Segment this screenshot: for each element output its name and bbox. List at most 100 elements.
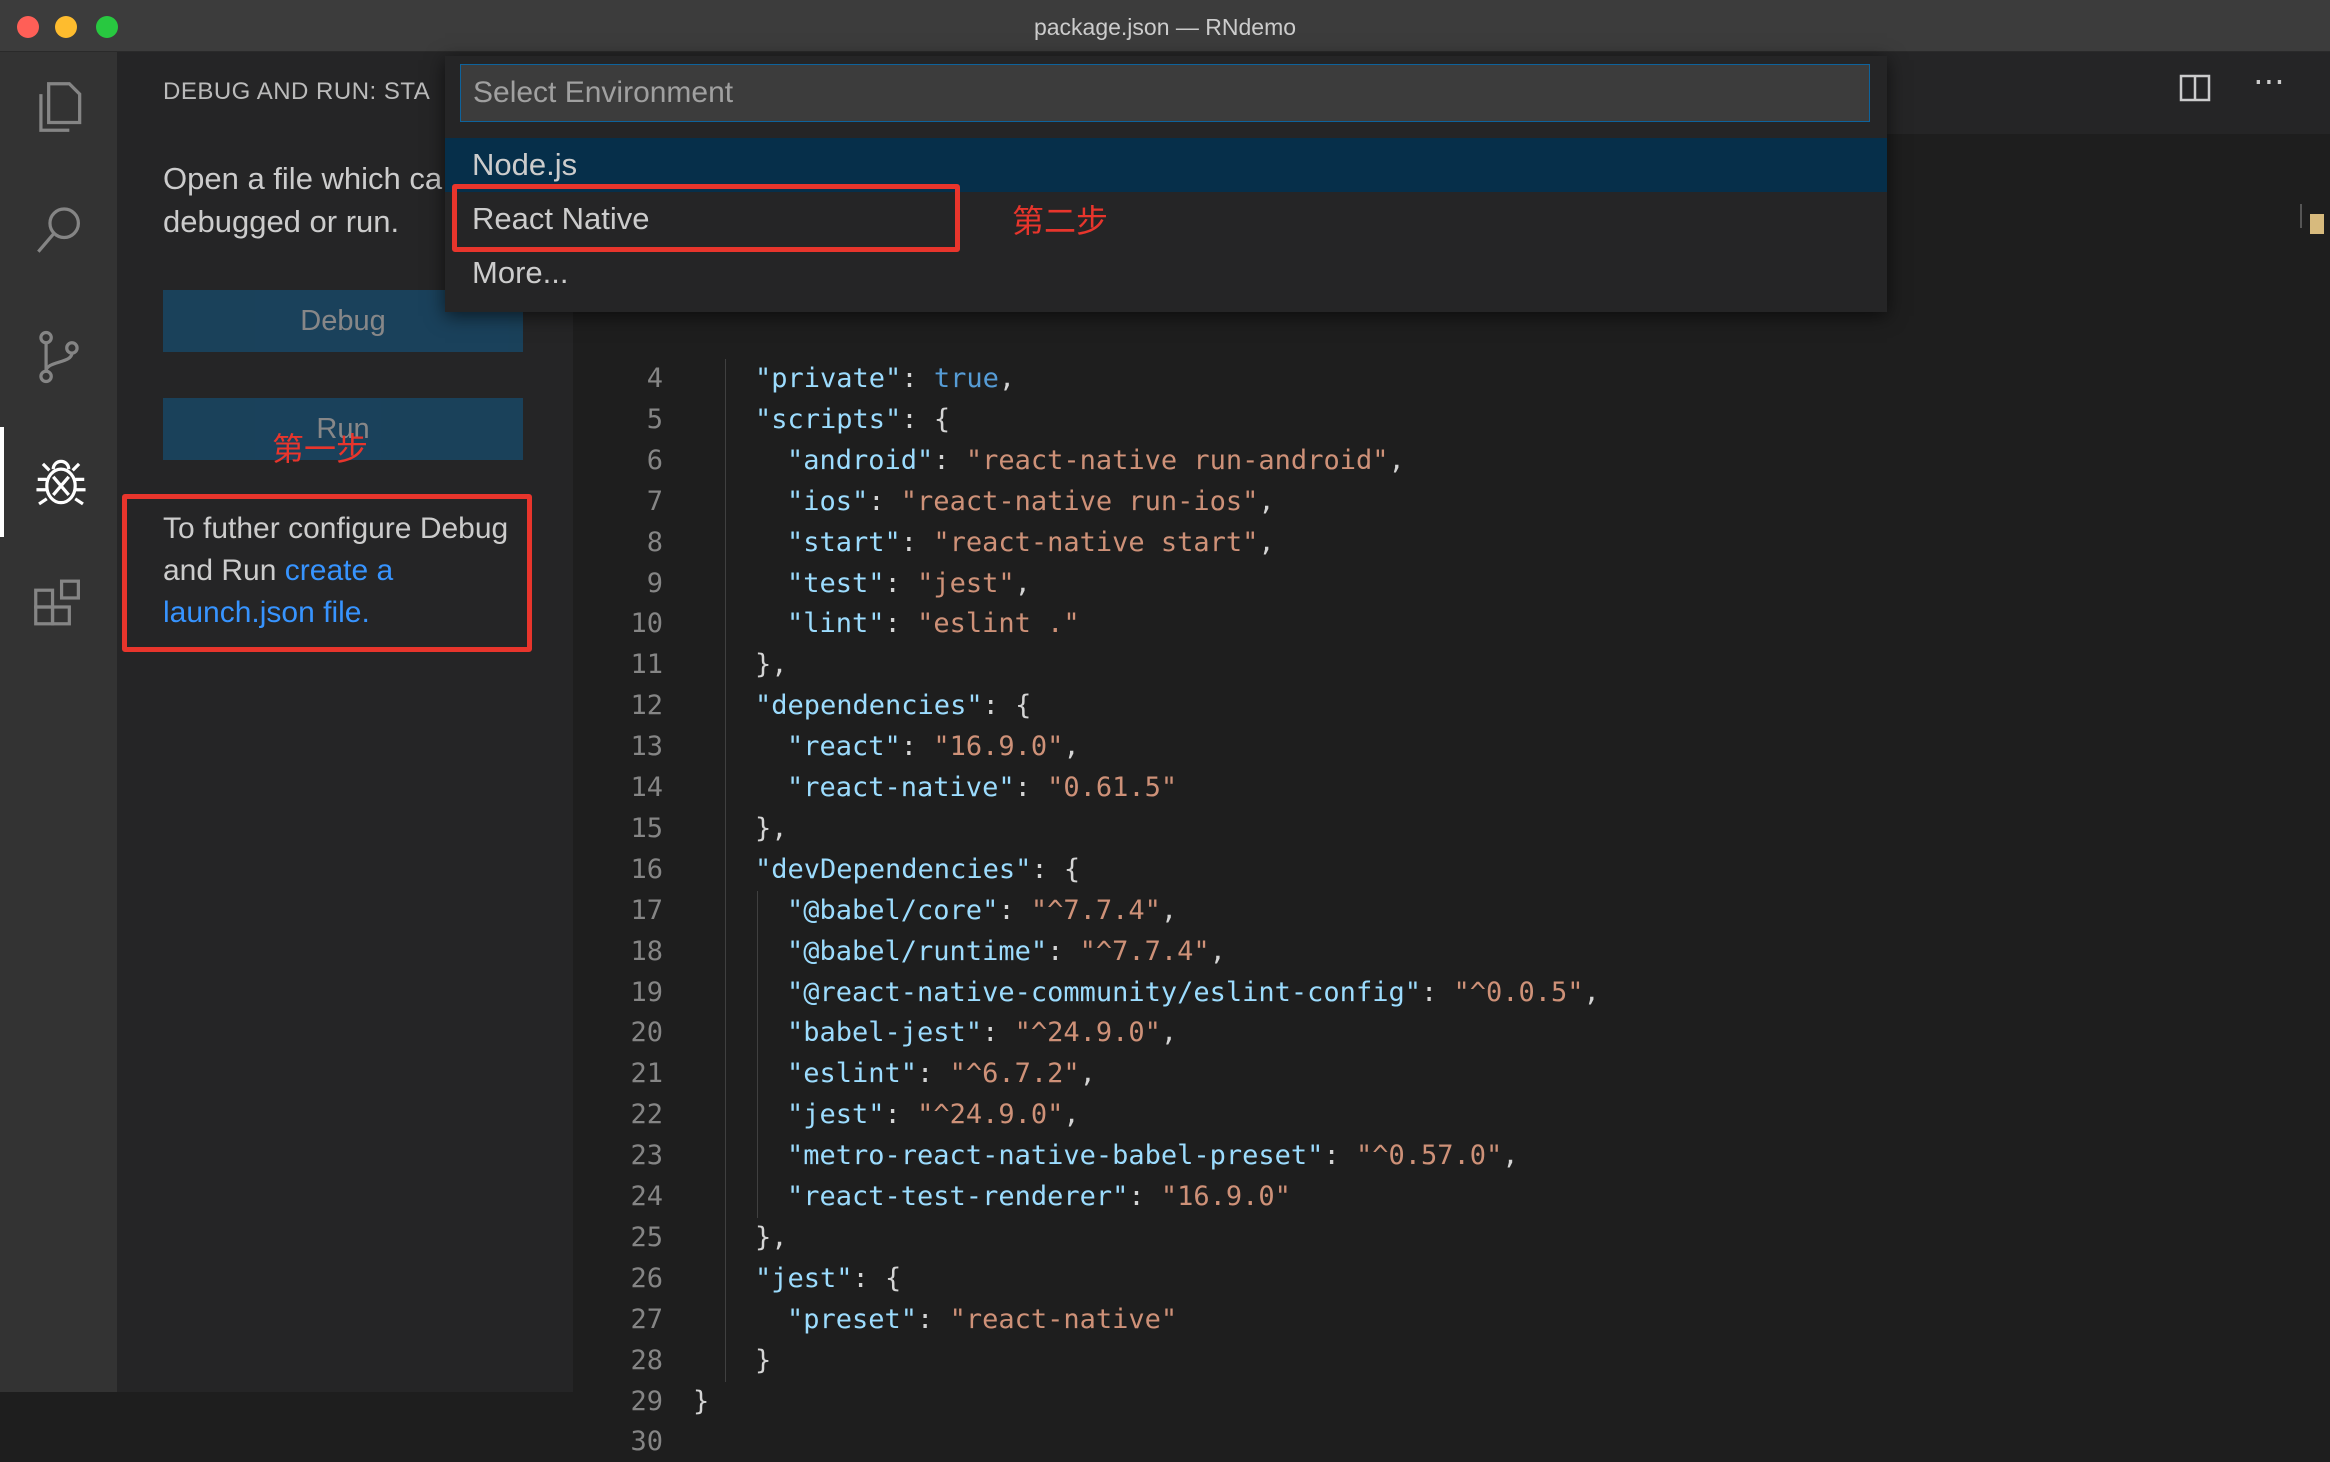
code-token: : <box>933 444 966 476</box>
line-number: 17 <box>630 894 663 926</box>
code-token: : <box>1323 1140 1356 1172</box>
line-number: 4 <box>646 363 663 394</box>
code-line: 6 "android": "react-native run-android", <box>573 441 2273 481</box>
code-token: "eslint" <box>787 1058 918 1090</box>
line-number: 29 <box>630 1385 663 1417</box>
line-number: 9 <box>646 567 663 599</box>
code-token: "^6.7.2" <box>949 1058 1080 1090</box>
code-token: "android" <box>787 444 934 476</box>
line-number: 7 <box>646 485 663 517</box>
code-token: , <box>1014 567 1031 599</box>
code-token: : <box>900 526 934 558</box>
code-line: 5 "scripts": { <box>573 400 2273 440</box>
search-icon <box>36 207 80 253</box>
activity-search[interactable] <box>0 176 117 286</box>
code-token: }, <box>755 1221 788 1253</box>
code-token: , <box>1209 935 1226 967</box>
code-text: "@babel/runtime": "^7.7.4", <box>787 932 1226 972</box>
code-text: "@react-native-community/eslint-config":… <box>787 973 1600 1013</box>
code-token: "dependencies" <box>755 690 983 722</box>
code-line: 13 "react": "16.9.0", <box>573 727 2273 767</box>
code-token: "16.9.0" <box>933 731 1064 763</box>
split-editor-icon[interactable] <box>2177 70 2213 111</box>
more-actions-icon[interactable]: ⋯ <box>2253 62 2285 100</box>
code-token: , <box>1583 976 1600 1008</box>
code-token: : { <box>982 690 1032 722</box>
code-token: }, <box>755 649 788 681</box>
files-icon <box>38 82 81 132</box>
line-number: 15 <box>630 812 663 844</box>
code-token: : { <box>901 403 951 435</box>
code-token: }, <box>755 812 788 844</box>
code-token: : <box>900 731 934 763</box>
code-line: 4 "private": true, <box>573 359 2273 399</box>
code-token: "react-native run-android" <box>965 444 1389 476</box>
code-line: 29} <box>573 1382 2273 1422</box>
code-text: }, <box>755 809 788 849</box>
line-number: 14 <box>630 772 663 803</box>
window-title: package.json — RNdemo <box>1033 14 1297 40</box>
code-token: } <box>755 1344 772 1376</box>
code-text: "react-test-renderer": "16.9.0" <box>787 1177 1291 1217</box>
code-token: "ios" <box>787 485 869 517</box>
code-token: : <box>917 1303 950 1335</box>
code-token: "private" <box>755 363 902 394</box>
code-line: 20 "babel-jest": "^24.9.0", <box>573 1013 2273 1053</box>
code-token: "^7.7.4" <box>1030 894 1161 926</box>
code-token: "react-native start" <box>933 526 1259 558</box>
code-text: "jest": "^24.9.0", <box>787 1095 1080 1135</box>
extensions-icon <box>33 579 80 626</box>
code-line: 28} <box>573 1341 2273 1381</box>
code-text: } <box>755 1341 771 1381</box>
code-token: "preset" <box>787 1303 918 1335</box>
code-line: 19 "@react-native-community/eslint-config… <box>573 973 2273 1013</box>
code-token: "@babel/core" <box>787 894 999 926</box>
code-token: , <box>1388 444 1405 476</box>
activity-debug[interactable] <box>0 427 117 537</box>
code-token: "react-native" <box>949 1303 1178 1335</box>
indent-guide <box>725 359 726 1382</box>
code-token: : <box>868 485 901 517</box>
code-text: "devDependencies": { <box>755 850 1080 890</box>
code-token: "^24.9.0" <box>1014 1017 1161 1049</box>
code-text: }, <box>755 645 788 685</box>
code-line: 8 "start": "react-native start", <box>573 523 2273 563</box>
activity-explorer[interactable] <box>0 52 117 162</box>
code-text: }, <box>755 1218 788 1258</box>
overview-ruler-marker <box>2300 204 2326 234</box>
code-token: , <box>1160 1017 1178 1049</box>
code-text: "ios": "react-native run-ios", <box>787 482 1275 522</box>
code-text: "scripts": { <box>755 400 950 440</box>
code-token: "@react-native-community/eslint-config" <box>787 976 1421 1008</box>
code-line: 14 "react-native": "0.61.5" <box>573 768 2273 808</box>
code-token: , <box>1502 1140 1519 1172</box>
code-token: : <box>1047 935 1080 967</box>
environment-search-input[interactable]: Select Environment <box>460 64 1870 122</box>
code-token: , <box>1258 526 1275 558</box>
title-bar: package.json — RNdemo <box>0 0 2330 52</box>
code-token: "react-native run-ios" <box>900 485 1259 517</box>
line-number: 22 <box>630 1099 663 1131</box>
activity-extensions[interactable] <box>0 552 117 662</box>
line-number: 26 <box>630 1262 663 1294</box>
code-token: true <box>933 363 999 394</box>
line-number: 24 <box>630 1181 663 1212</box>
code-line: 30 <box>573 1422 2273 1462</box>
code-text: "react": "16.9.0", <box>787 727 1080 767</box>
code-token: : { <box>1031 853 1081 885</box>
code-line: 16 "devDependencies": { <box>573 850 2273 890</box>
line-number: 13 <box>630 731 663 763</box>
code-token: "devDependencies" <box>755 853 1032 885</box>
code-line: 26 "jest": { <box>573 1259 2273 1299</box>
code-line: 9 "test": "jest", <box>573 564 2273 604</box>
quick-pick-item-more[interactable]: More... <box>445 246 1887 300</box>
code-token: "react-native" <box>787 772 1015 803</box>
code-token: "jest" <box>917 567 1015 599</box>
code-text: "start": "react-native start", <box>787 523 1275 563</box>
code-token: : <box>884 1099 918 1131</box>
activity-source-control[interactable] <box>0 302 117 412</box>
code-token: "react-test-renderer" <box>787 1181 1129 1212</box>
step2-label: 第二步 <box>1012 202 1109 240</box>
line-number: 16 <box>630 853 663 885</box>
code-text: "@babel/core": "^7.7.4", <box>787 891 1177 931</box>
